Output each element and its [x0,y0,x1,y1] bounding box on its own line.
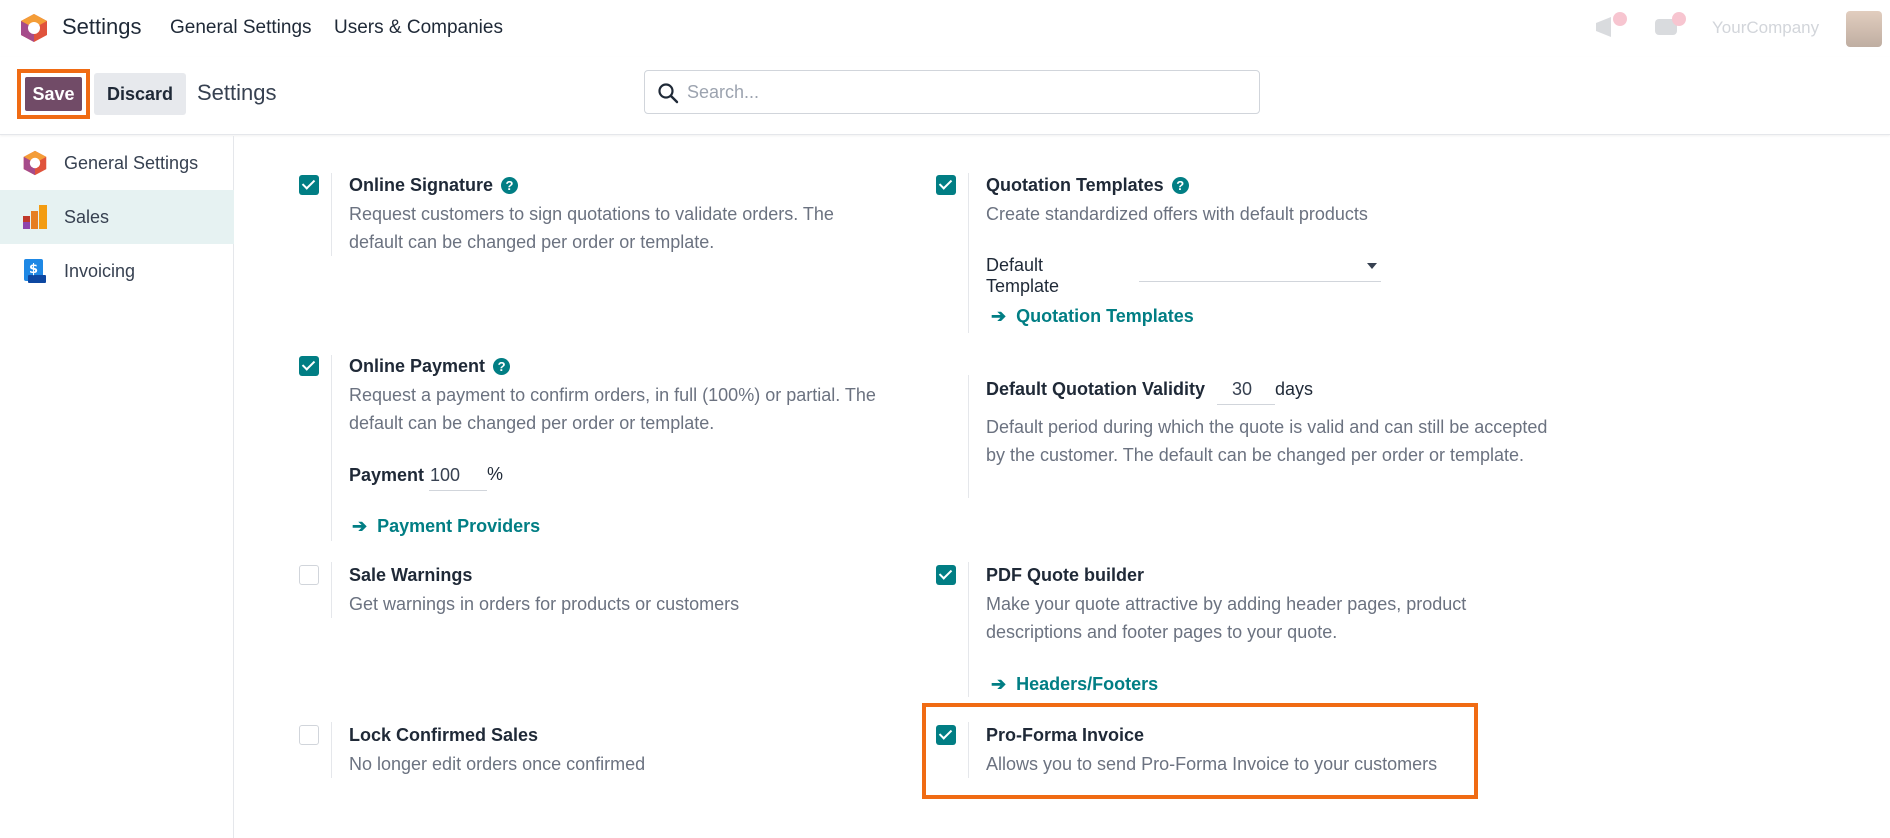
pdf-quote-builder-checkbox[interactable] [936,565,956,585]
validity-days-value: 30 [1232,379,1253,399]
help-icon[interactable]: ? [501,177,519,194]
setting-description: No longer edit orders once confirmed [349,754,646,774]
quotation-templates-link[interactable]: ➔ Quotation Templates [991,306,1194,327]
search-icon [658,83,679,104]
payment-providers-link[interactable]: ➔ Payment Providers [352,516,540,537]
sidebar-item-label: General Settings [64,152,199,173]
settings-sidebar: General Settings Sales $ Invoicing [0,136,234,838]
help-icon[interactable]: ? [1171,177,1189,194]
setting-description: Default period during which the quote is… [986,417,1548,465]
sidebar-item-general-settings[interactable]: General Settings [0,136,234,190]
headers-footers-link[interactable]: ➔ Headers/Footers [991,674,1158,695]
help-icon[interactable]: ? [493,358,511,375]
lock-confirmed-sales-checkbox[interactable] [299,725,319,745]
setting-title: Sale Warnings [349,565,473,585]
sale-warnings-checkbox[interactable] [299,565,319,585]
setting-description: Request customers to sign quotations to … [349,204,834,252]
notification-badge [1613,12,1627,26]
save-button[interactable]: Save [25,77,82,111]
search-bar[interactable] [644,70,1260,114]
divider [331,173,332,256]
setting-description: Request a payment to confirm orders, in … [349,385,876,433]
divider [968,375,969,498]
days-unit: days [1275,379,1314,399]
discard-button[interactable]: Discard [94,73,186,115]
default-template-label: Default Template [986,255,1060,296]
control-panel: Save Discard Settings [0,57,1890,135]
divider [331,722,332,778]
user-avatar[interactable] [1846,11,1882,47]
setting-title: Default Quotation Validity [986,379,1206,399]
setting-description: Make your quote attractive by adding hea… [986,594,1467,642]
payment-label: Payment [349,465,425,485]
company-name[interactable]: YourCompany [1712,18,1819,38]
payment-percent-value: 100 [430,465,461,485]
menu-general-settings[interactable]: General Settings [170,17,312,39]
setting-title: PDF Quote builder [986,565,1145,585]
odoo-logo-icon[interactable] [19,13,49,43]
search-input[interactable] [687,79,1247,105]
online-payment-checkbox[interactable] [299,356,319,376]
divider [968,562,969,697]
caret-down-icon [1367,263,1377,269]
setting-description: Get warnings in orders for products or c… [349,594,740,614]
online-signature-checkbox[interactable] [299,175,319,195]
divider [968,722,969,778]
top-navbar: Settings General Settings Users & Compan… [0,0,1890,57]
divider [331,355,332,541]
messages-icon[interactable] [1652,12,1686,40]
app-title[interactable]: Settings [62,14,142,40]
percent-unit: % [487,464,504,484]
setting-title: Online Signature? [349,175,519,196]
sidebar-item-label: Invoicing [64,260,136,281]
quotation-templates-checkbox[interactable] [936,175,956,195]
menu-users-companies[interactable]: Users & Companies [334,17,503,39]
divider [968,173,969,333]
setting-title: Pro-Forma Invoice [986,725,1145,745]
odoo-logo-icon [23,150,47,176]
setting-description: Create standardized offers with default … [986,204,1368,224]
setting-description: Allows you to send Pro-Forma Invoice to … [986,754,1438,774]
setting-title: Lock Confirmed Sales [349,725,539,745]
breadcrumb: Settings [197,80,277,105]
invoice-dollar-icon: $ [24,259,46,283]
sidebar-item-label: Sales [64,206,110,227]
setting-title: Quotation Templates? [986,175,1189,196]
svg-text:$: $ [29,262,38,277]
pro-forma-invoice-checkbox[interactable] [936,725,956,745]
activity-icon[interactable] [1593,12,1627,40]
message-badge [1672,12,1686,26]
sidebar-item-sales[interactable]: Sales [0,190,234,244]
divider [331,562,332,618]
default-template-select[interactable] [1139,254,1381,282]
setting-title: Online Payment? [349,356,511,377]
save-highlight-box: Save [17,69,90,119]
sidebar-item-invoicing[interactable]: $ Invoicing [0,244,234,298]
sales-chart-icon [23,205,47,229]
